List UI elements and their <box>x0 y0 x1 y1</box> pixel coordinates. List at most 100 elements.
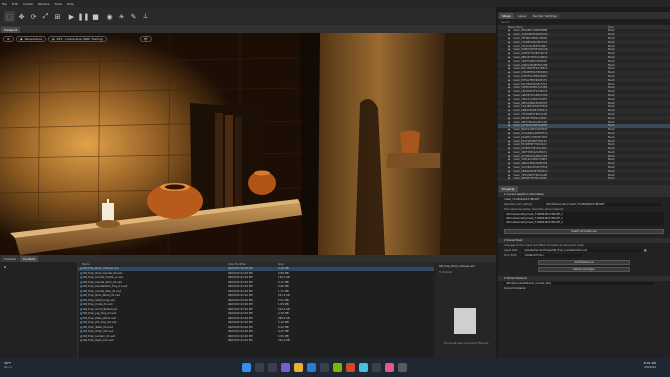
prim-type: Mesh <box>608 67 615 71</box>
app-icon[interactable] <box>359 363 368 372</box>
widgets-icon[interactable] <box>281 363 290 372</box>
prim-name: mesh_D4E5F6A7B8C9D0E1 <box>513 74 548 78</box>
file-date: 06/03/22 02:29 PM <box>228 267 253 271</box>
stage-tree[interactable]: ◉ mesh_8E4D8B7C6B0F88B8 Mesh ◉ mesh_4C69CB2E… <box>498 29 670 181</box>
viewport-settings-button[interactable]: ⚙ <box>3 36 14 42</box>
tab-stage[interactable]: Stage <box>499 13 514 19</box>
tab-render-settings[interactable]: Render Settings <box>530 13 560 19</box>
file-name: SM_Prop_Book_Candle_02.usd <box>83 271 123 275</box>
weather-desc: Sunny <box>4 366 13 369</box>
prim-type: Mesh <box>608 52 615 56</box>
clock-time[interactable]: 8:02 AM <box>644 361 656 365</box>
prim-type: Mesh <box>608 169 615 173</box>
tab-property[interactable]: Property <box>499 186 518 192</box>
prim-type: Mesh <box>608 116 615 120</box>
tab-layer[interactable]: Layer <box>514 13 530 19</box>
col-size[interactable]: Size <box>278 263 318 266</box>
light-icon[interactable]: ☀ <box>116 11 127 22</box>
app-icon[interactable] <box>372 363 381 372</box>
select-icon[interactable]: ⬚ <box>4 11 15 22</box>
measure-icon[interactable]: ⟂ <box>140 11 151 22</box>
instances-list[interactable]: /World/Geometry/mesh_F1CB0646C278D1DF_1 … <box>504 212 664 226</box>
prim-name: mesh_3E4F5A6B7C8D9E0F <box>513 59 547 63</box>
material-field[interactable]: /World/Looks/Material_Candle_Wax <box>504 282 654 285</box>
prim-type: Mesh <box>608 162 615 166</box>
menu-help[interactable]: Help <box>67 2 74 6</box>
weather-temp[interactable]: 30°F <box>4 361 11 365</box>
prim-type: Mesh <box>608 90 615 94</box>
prim-name: mesh_5CA3B4C5D6E7F809 <box>513 166 548 170</box>
app-icon[interactable] <box>398 363 407 372</box>
camera-icon[interactable]: ◉ <box>104 11 115 22</box>
gear-icon: ⚙ <box>7 37 10 41</box>
stop-icon[interactable]: ■ <box>90 11 101 22</box>
file-size: 2.76 MB <box>278 312 289 316</box>
file-date: 06/03/22 02:29 PM <box>228 307 253 311</box>
store-icon[interactable] <box>320 363 329 372</box>
stage-tabbar: Stage Layer Render Settings <box>498 12 670 19</box>
play-icon[interactable]: ▶ <box>66 11 77 22</box>
menu-create[interactable]: Create <box>23 2 33 6</box>
app-icon[interactable] <box>385 363 394 372</box>
file-date: 06/03/22 02:29 PM <box>228 271 253 275</box>
rotate-icon[interactable]: ⟳ <box>28 11 39 22</box>
camera-select[interactable]: ◉ Perspective <box>16 36 46 42</box>
menu-edit[interactable]: Edit <box>12 2 18 6</box>
file-name: SM_Prop_Candle_Wax_01.usd <box>83 289 122 293</box>
prim-name: mesh_B2C3D4E5F6A7B8C9 <box>513 67 548 71</box>
prim-name: mesh_8E4D8B7C6B0F88B8 <box>513 29 548 33</box>
prim-path-ref-field[interactable]: <Default Prim> <box>522 254 582 257</box>
stage-tree-row[interactable]: ◉ mesh_8FD6E7F8091A2B3C Mesh <box>498 177 670 181</box>
select-all-instances-button[interactable]: Select all Instances <box>504 229 664 234</box>
prim-name: mesh_5CA3B4C5D6E7F809 <box>513 105 548 109</box>
asset-path-field[interactable]: /Assets/Vendor/Props/SM_Prop_CandleHolde… <box>522 249 642 252</box>
prim-name: mesh_F64D5E6F708192A3 <box>513 143 547 147</box>
menu-window[interactable]: Window <box>38 2 50 6</box>
file-size: 1.84 MB <box>278 303 289 307</box>
menu-tools[interactable]: Tools <box>55 2 62 6</box>
render-mode-select[interactable]: ● RTX - Interactive (Path Tracing) <box>48 36 108 42</box>
task-view-icon[interactable] <box>268 363 277 372</box>
prim-name: mesh_29D0E1F2A3B4C5D6 <box>513 93 548 97</box>
prim-path-label: Selected prim path(s) <box>504 203 533 206</box>
prim-name: mesh_7EC5D6E7F8091A2B <box>513 112 548 116</box>
add-reference-button[interactable]: Add Reference <box>538 260 630 265</box>
viewport[interactable]: ⚙ ◉ Perspective ● RTX - Interactive (Path … <box>0 33 496 255</box>
search-icon[interactable] <box>255 363 264 372</box>
omniverse-icon[interactable] <box>333 363 342 372</box>
main-toolbar: ⬚ ✥ ⟳ ⤢ ⊞ ▶ ❚❚ ■ ◉ ☀ ✎ ⟂ <box>0 7 496 27</box>
prim-path-field[interactable]: /World/Geometry/mesh_F1CB0646C278D1DF <box>544 203 662 206</box>
file-preview-panel: SM_Prop_Book_Antique.usd Thumbnail Thumb… <box>436 262 496 358</box>
move-icon[interactable]: ✥ <box>16 11 27 22</box>
col-name[interactable]: Name <box>78 263 228 266</box>
file-date: 06/03/22 02:29 PM <box>228 312 253 316</box>
prim-name: mesh_4C69CB2E0DA83C0A <box>513 33 548 37</box>
prim-name: mesh_186F708192A3B4C5 <box>513 150 547 154</box>
col-date[interactable]: Date Modified <box>228 263 278 266</box>
visibility-button[interactable]: 👁 <box>140 36 152 42</box>
paint-icon[interactable]: ✎ <box>128 11 139 22</box>
file-size: 2.01 MB <box>278 298 289 302</box>
app-icon[interactable] <box>346 363 355 372</box>
pause-icon[interactable]: ❚❚ <box>78 11 90 22</box>
prim-type: Mesh <box>608 55 615 59</box>
file-size: 742.9 KB <box>278 339 290 343</box>
section-current-label: Current selection information <box>506 193 545 196</box>
prim-name: mesh_18C9D0E1F2A3B4C5 <box>513 90 548 94</box>
file-explorer-icon[interactable] <box>294 363 303 372</box>
prim-type: Mesh <box>608 112 615 116</box>
clock-date[interactable]: 6/9/2022 <box>644 366 656 369</box>
folder-icon[interactable]: ▣ <box>644 249 646 252</box>
instance-item[interactable]: /World/Geometry/mesh_F1CB0646C278D1DF_3 <box>504 220 664 224</box>
select-prototype-button[interactable]: Select prototype <box>538 267 630 272</box>
file-row[interactable]: ▦ SM_Prop_Rope_Coil.usd 06/03/22 02:29 PM 7… <box>78 339 434 344</box>
windows-start-icon[interactable] <box>242 363 251 372</box>
snap-icon[interactable]: ⊞ <box>52 11 63 22</box>
scale-icon[interactable]: ⤢ <box>40 11 51 22</box>
prim-name: mesh_8FD6E7F8091A2B3C <box>513 116 547 120</box>
file-name: SM_Prop_Pot_Clay_02.usd <box>83 321 117 325</box>
edge-icon[interactable] <box>307 363 316 372</box>
prim-type: Mesh <box>608 147 615 151</box>
menu-file[interactable]: File <box>2 2 7 6</box>
prim-name: mesh_3AE1F2A3B4C5D6E7 <box>513 97 548 101</box>
